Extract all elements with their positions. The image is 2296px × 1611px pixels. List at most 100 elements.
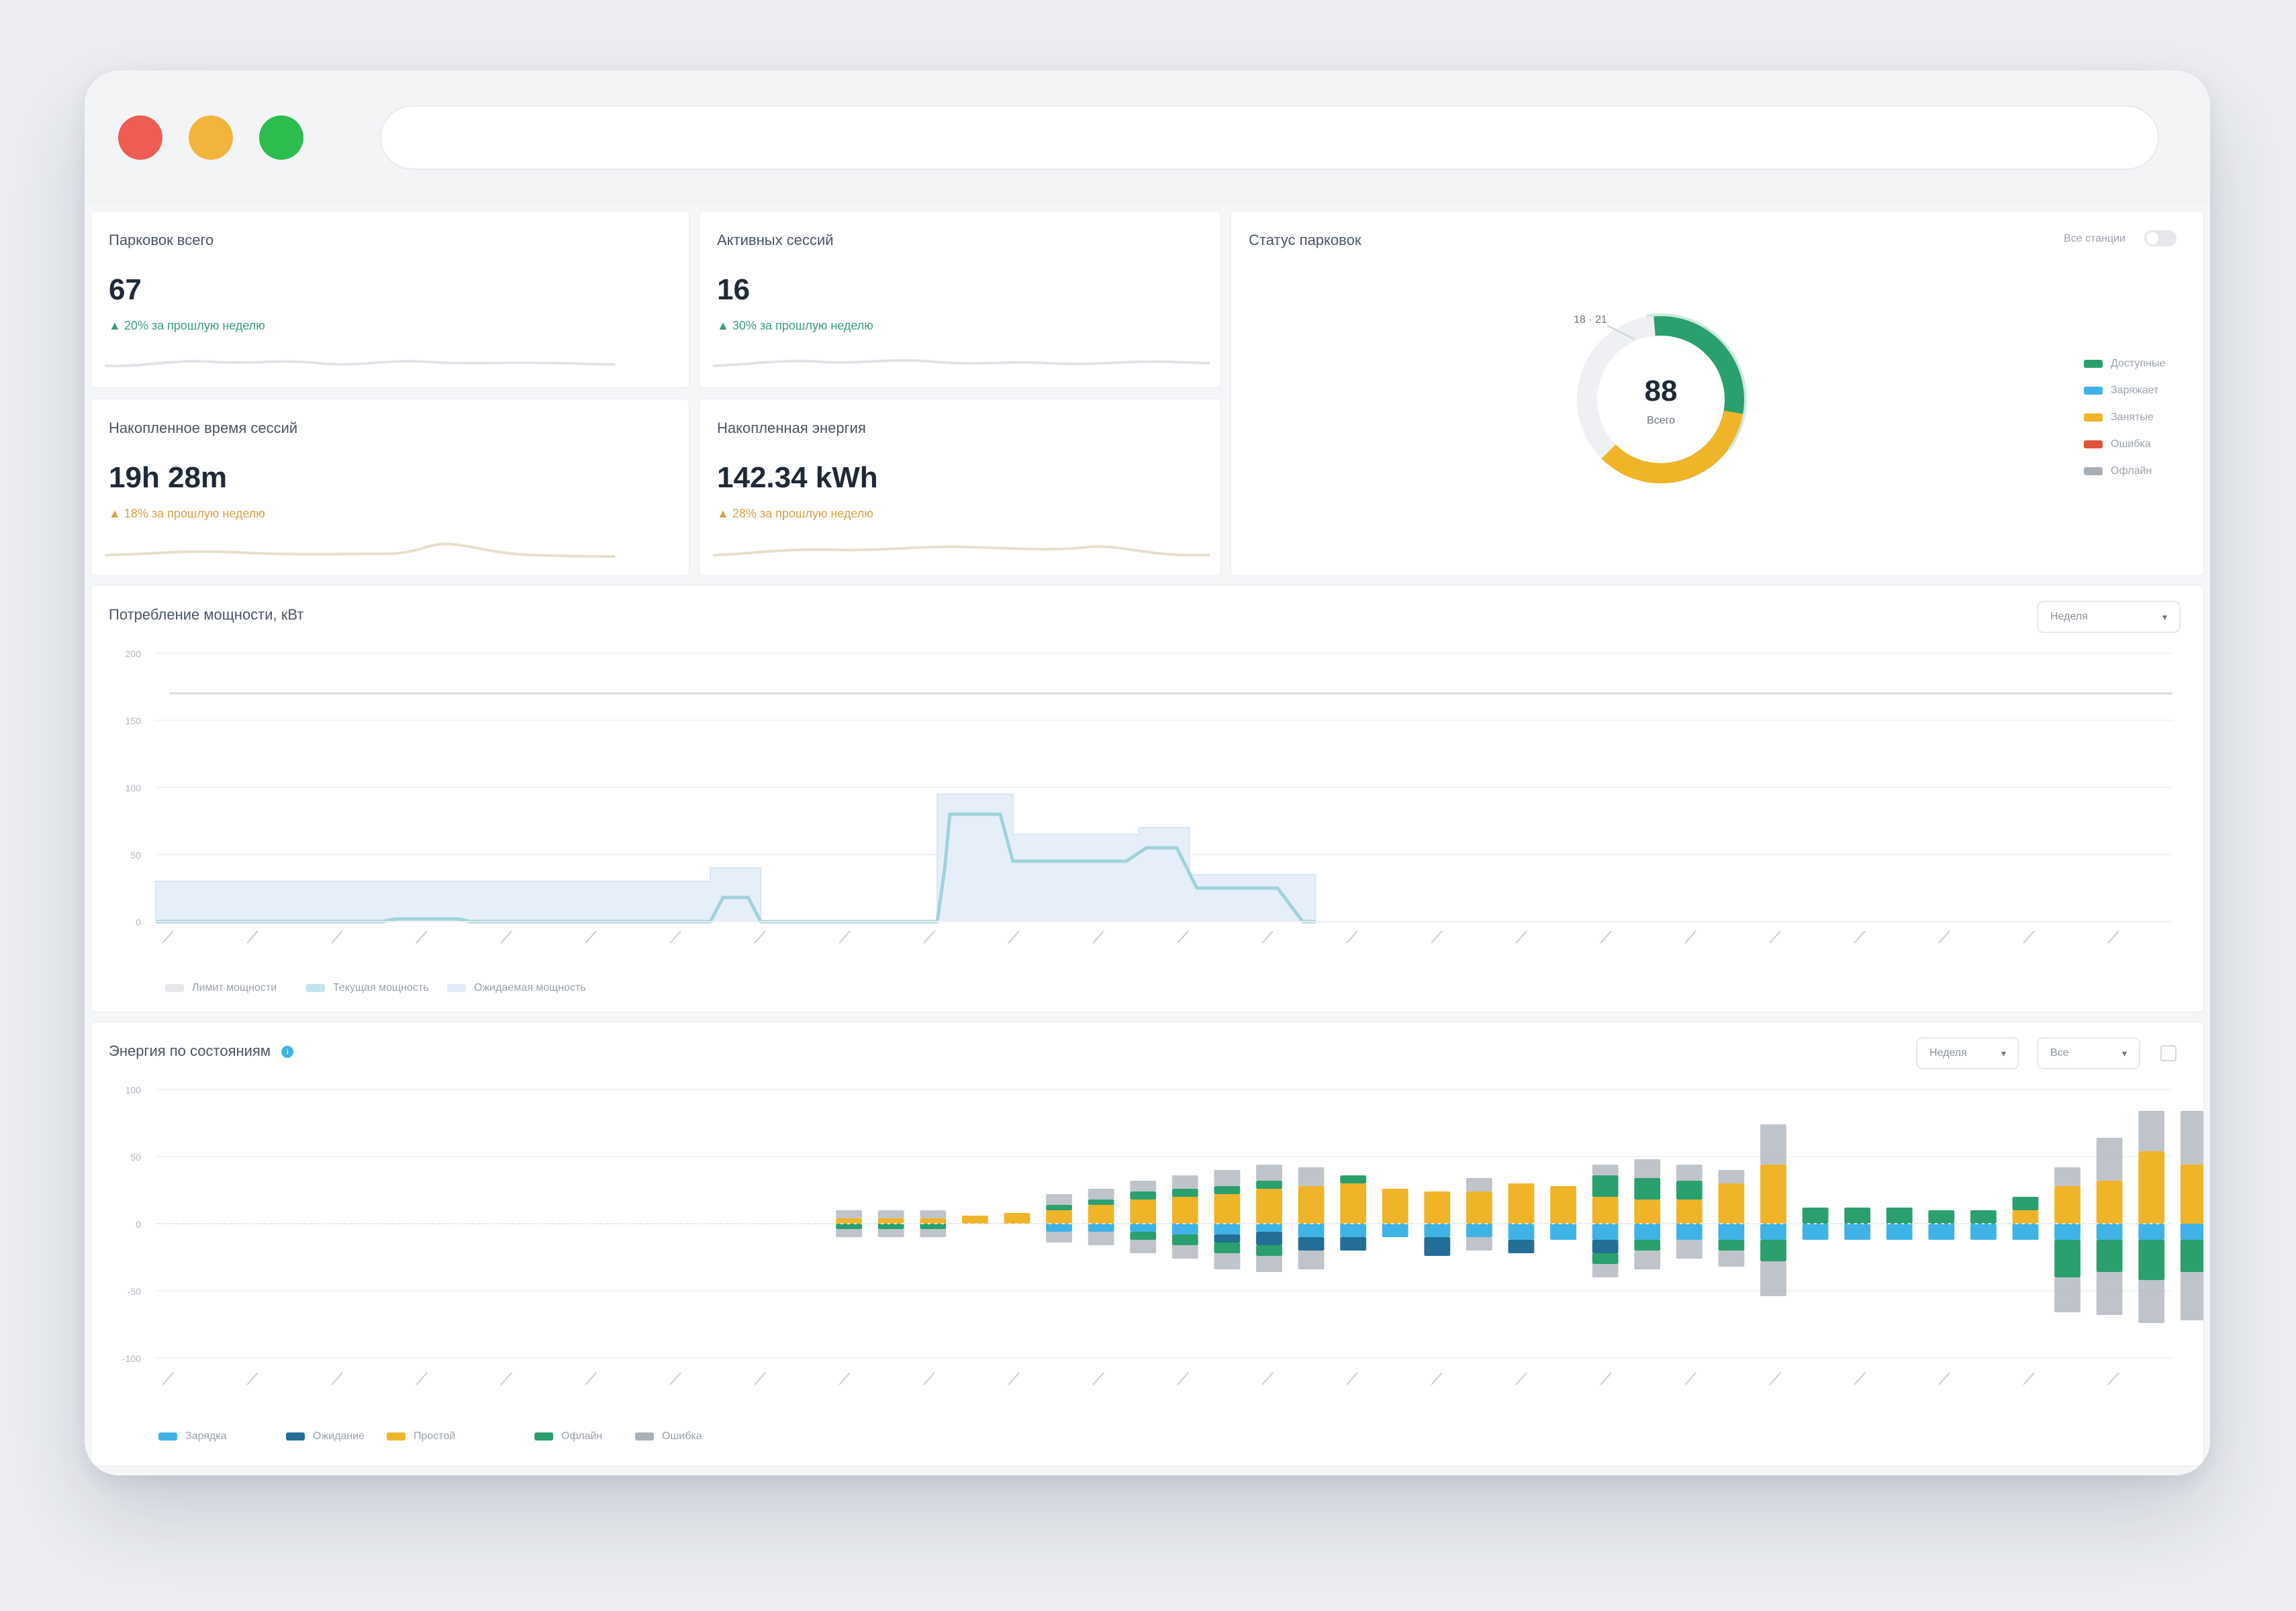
kpi-delta: ▲ 18% за прошлую неделю xyxy=(109,507,265,520)
y-tick-label: 100 xyxy=(126,783,142,793)
chevron-down-icon: ▾ xyxy=(2121,1047,2127,1059)
y-tick-label: 50 xyxy=(130,1152,141,1163)
x-tick-label xyxy=(839,930,851,944)
energy-bar-down xyxy=(1424,1237,1451,1256)
x-tick-label xyxy=(1008,1372,1020,1385)
y-tick-label: 200 xyxy=(126,648,142,659)
energy-bar-down xyxy=(1886,1224,1913,1240)
energy-bar-up xyxy=(1718,1170,1745,1183)
energy-bar-up xyxy=(1676,1200,1703,1224)
energy-bar-up xyxy=(1171,1175,1198,1189)
maximize-window-button[interactable] xyxy=(259,115,303,160)
energy-bar-up xyxy=(1634,1178,1661,1200)
expand-icon[interactable] xyxy=(2160,1045,2177,1061)
energy-bar-up xyxy=(1298,1186,1325,1224)
chevron-down-icon: ▾ xyxy=(2162,611,2167,622)
energy-bar-down xyxy=(1634,1251,1661,1269)
energy-bar-up xyxy=(1130,1200,1157,1224)
energy-bar-down xyxy=(1466,1237,1492,1251)
energy-bar-up xyxy=(1928,1210,1955,1224)
x-tick-label xyxy=(162,1372,174,1385)
x-tick-label xyxy=(500,1372,512,1385)
energy-chart-title-text: Энергия по состояниям xyxy=(109,1042,271,1059)
address-bar[interactable] xyxy=(380,105,2159,170)
energy-bar-down xyxy=(2138,1240,2165,1280)
energy-bar-up xyxy=(2012,1197,2039,1210)
energy-bar-down xyxy=(1634,1240,1661,1251)
energy-bar-down xyxy=(920,1229,947,1237)
kpi-delta-text: 18% за прошлую неделю xyxy=(124,507,265,520)
energy-bar-down xyxy=(836,1229,863,1237)
x-tick-label xyxy=(669,1372,681,1385)
energy-bar-down xyxy=(1718,1240,1745,1251)
energy-bar-up xyxy=(961,1216,988,1224)
x-tick-label xyxy=(2023,930,2035,944)
energy-bar-up xyxy=(1130,1191,1157,1200)
x-tick-label xyxy=(1600,930,1612,944)
info-icon[interactable]: i xyxy=(281,1046,294,1059)
kpi-value: 16 xyxy=(717,273,750,306)
energy-bar-down xyxy=(1256,1245,1282,1256)
energy-bar-up xyxy=(877,1218,904,1224)
x-tick-label xyxy=(1938,1372,1950,1385)
x-tick-label xyxy=(1515,1372,1527,1385)
all-stations-toggle[interactable] xyxy=(2144,230,2177,246)
kpi-delta: ▲ 20% за прошлую неделю xyxy=(109,319,265,332)
energy-bar-up xyxy=(1214,1170,1241,1186)
energy-bar-down xyxy=(1340,1237,1367,1251)
energy-filter-value: Все xyxy=(2050,1047,2069,1059)
legend-charging: Заряжает xyxy=(2084,385,2158,397)
energy-bar-up xyxy=(1802,1208,1829,1224)
kpi-card-energy: Накопленная энергия 142.34 kWh ▲ 28% за … xyxy=(700,399,1221,575)
kpi-delta-text: 30% за прошлую неделю xyxy=(732,319,873,332)
energy-bar-down xyxy=(1634,1224,1661,1240)
energy-bar-up xyxy=(2054,1167,2080,1186)
energy-bar-down xyxy=(1760,1261,1786,1296)
legend-available: Доступные xyxy=(2084,358,2165,370)
x-tick-label xyxy=(2107,930,2119,944)
energy-bar-up xyxy=(1718,1183,1745,1224)
energy-bar-down xyxy=(2054,1240,2080,1277)
x-tick-label xyxy=(2023,1372,2035,1385)
close-window-button[interactable] xyxy=(118,115,162,160)
x-tick-label xyxy=(1769,1372,1781,1385)
legend-expected-power: Ожидаемая мощность xyxy=(447,982,586,994)
energy-bar-down xyxy=(1130,1232,1157,1240)
energy-bar-up xyxy=(1004,1213,1031,1224)
energy-bar-down xyxy=(2096,1240,2123,1272)
kpi-delta: ▲ 30% за прошлую неделю xyxy=(717,319,873,332)
energy-bar-up xyxy=(1046,1194,1072,1205)
x-tick-label xyxy=(923,1372,935,1385)
x-tick-label xyxy=(416,930,428,944)
energy-bar-up xyxy=(2096,1181,2123,1224)
energy-bar-down xyxy=(2180,1224,2203,1240)
x-tick-label xyxy=(669,930,681,944)
energy-bar-down xyxy=(2096,1272,2123,1315)
energy-bar-down xyxy=(1508,1224,1535,1240)
energy-bar-up xyxy=(1171,1197,1198,1224)
energy-bar-up xyxy=(1088,1189,1114,1200)
energy-bar-up xyxy=(2180,1111,2203,1165)
energy-bar-up xyxy=(1340,1175,1367,1183)
energy-bar-up xyxy=(1256,1165,1282,1181)
legend-occupied: Занятые xyxy=(2084,411,2154,424)
y-tick-label: -50 xyxy=(128,1286,141,1297)
energy-bar-up xyxy=(1592,1175,1619,1197)
energy-bar-up xyxy=(836,1218,863,1224)
energy-bar-down xyxy=(2180,1272,2203,1320)
energy-bar-up xyxy=(1634,1200,1661,1224)
x-tick-label xyxy=(331,1372,343,1385)
x-tick-label xyxy=(1938,930,1950,944)
x-tick-label xyxy=(585,930,597,944)
chevron-down-icon: ▾ xyxy=(2001,1047,2006,1059)
energy-bar-down xyxy=(1214,1234,1241,1242)
legend-current-power: Текущая мощность xyxy=(306,982,429,994)
energy-bar-up xyxy=(1088,1200,1114,1205)
energy-bar-up xyxy=(1046,1205,1072,1210)
kpi-delta: ▲ 28% за прошлую неделю xyxy=(717,507,873,520)
power-chart: 200 150 100 50 0 xyxy=(126,648,2172,944)
x-tick-label xyxy=(1431,1372,1443,1385)
x-tick-label xyxy=(1769,930,1781,944)
minimize-window-button[interactable] xyxy=(189,115,233,160)
x-tick-label xyxy=(1431,930,1443,944)
